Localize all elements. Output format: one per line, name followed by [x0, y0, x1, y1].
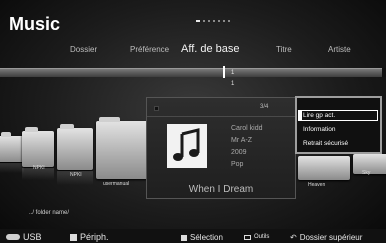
return-label: Dossier supérieur [299, 233, 363, 242]
bottom-hint-bar: USB Périph. Sélection Outils ↶ Dossier s… [0, 229, 386, 243]
page-dot-active [196, 20, 200, 22]
tab-artiste[interactable]: Artiste [328, 45, 351, 54]
usb-icon [6, 234, 20, 240]
menu-item-safe-remove[interactable]: Retrait sécurisé [301, 138, 378, 149]
folder-label: Heaven [308, 182, 326, 188]
folder-label: NPKI [33, 165, 45, 171]
page-dot [208, 20, 210, 22]
selection-label: Sélection [190, 233, 223, 242]
device-button[interactable]: Périph. [70, 232, 109, 242]
folder-path: ../ folder name/ [29, 210, 70, 216]
page-dot [223, 20, 225, 22]
device-label: Périph. [80, 232, 109, 242]
page-title: Music [9, 14, 61, 34]
navigation-slider[interactable] [0, 68, 386, 77]
folder-heaven[interactable] [298, 156, 350, 180]
file-info-panel[interactable]: 3/4 Carol kidd Mr A-Z 2009 Pop When I Dr… [146, 97, 296, 199]
folder-icon[interactable] [0, 132, 24, 162]
tools-button[interactable]: Outils [244, 234, 269, 240]
slider-position-label: 1 [231, 81, 235, 87]
folder-reflection [0, 163, 24, 173]
context-menu: Lire gp act. Information Retrait sécuris… [295, 96, 382, 154]
return-button[interactable]: ↶ Dossier supérieur [290, 233, 362, 242]
folder-usermanual[interactable] [96, 117, 148, 179]
music-note-icon [167, 124, 207, 168]
page-indicator [196, 20, 230, 22]
tab-aff-de-base[interactable]: Aff. de base [181, 43, 240, 55]
return-icon: ↶ [290, 233, 297, 242]
artist-text: Carol kidd [231, 125, 263, 132]
page-dot [218, 20, 220, 22]
tab-titre[interactable]: Titre [276, 45, 292, 54]
folder-label: NPKI [70, 172, 82, 178]
menu-item-information[interactable]: Information [301, 124, 378, 135]
music-browser-screen: Music Dossier Préférence Aff. de base Ti… [0, 0, 386, 243]
folder-label: Sky [362, 170, 371, 176]
page-dot [228, 20, 230, 22]
item-count: 3/4 [260, 104, 269, 110]
tab-dossier[interactable]: Dossier [70, 45, 97, 54]
usb-button[interactable]: USB [6, 232, 42, 242]
panel-divider [147, 116, 295, 117]
folder-npki-1[interactable] [22, 127, 54, 167]
selection-button[interactable]: Sélection [181, 233, 223, 242]
sort-tabs: Dossier Préférence Aff. de base Titre Ar… [0, 36, 386, 56]
slider-marker-label: 1 [231, 70, 235, 76]
usb-label: USB [23, 232, 42, 242]
folder-label: usermanual [103, 181, 130, 187]
slider-end-cap [382, 68, 386, 77]
selection-icon [181, 234, 187, 241]
slider-marker[interactable] [223, 66, 225, 78]
checkbox-icon[interactable] [154, 106, 159, 111]
page-dot [203, 20, 205, 22]
page-dot [213, 20, 215, 22]
tools-icon [244, 234, 251, 240]
year-text: 2009 [231, 149, 247, 156]
tools-label: Outils [254, 234, 270, 240]
folder-npki-2[interactable] [57, 124, 93, 170]
tab-preference[interactable]: Préférence [130, 45, 169, 54]
album-text: Mr A-Z [231, 137, 252, 144]
device-icon [70, 233, 77, 241]
genre-text: Pop [231, 161, 244, 168]
menu-item-play-group[interactable]: Lire gp act. [298, 110, 378, 121]
song-title: When I Dream [188, 184, 254, 195]
